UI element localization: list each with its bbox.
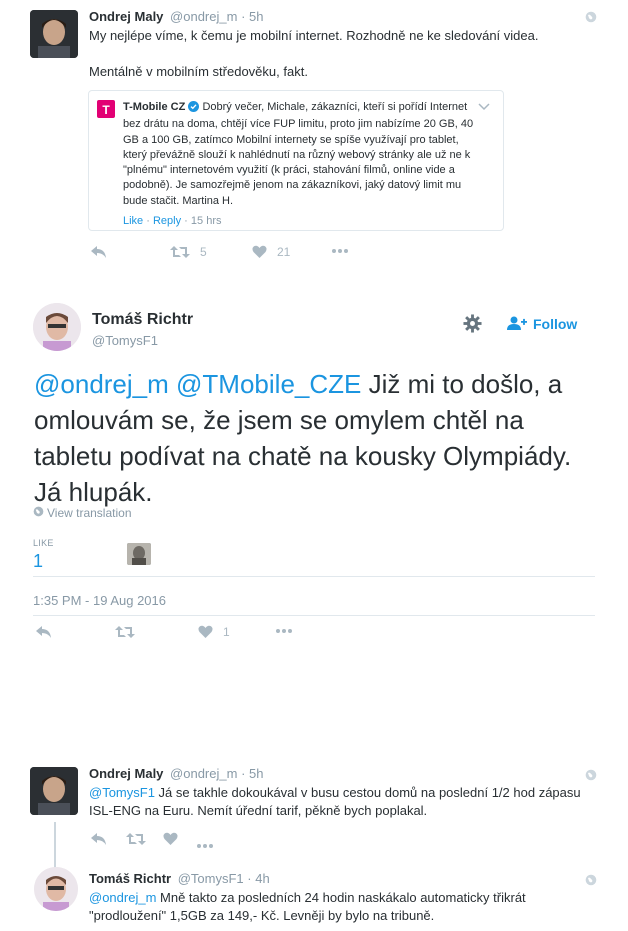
- mention-link[interactable]: @ondrej_m: [89, 890, 156, 905]
- tmobile-logo: T: [97, 100, 115, 118]
- globe-icon: [585, 11, 597, 23]
- thread-connector: [54, 822, 56, 870]
- author-handle[interactable]: @ondrej_m: [170, 766, 237, 781]
- quoted-time[interactable]: 15 hrs: [191, 215, 222, 227]
- verified-icon: [188, 101, 200, 117]
- quoted-tweet[interactable]: T T-Mobile CZ Dobrý večer, Michale, záka…: [88, 90, 504, 231]
- follow-person-icon: [507, 316, 527, 333]
- retweet-icon[interactable]: [115, 625, 135, 639]
- heart-icon: [198, 625, 213, 639]
- view-translation-link[interactable]: View translation: [33, 506, 132, 520]
- tweet-text: @ondrej_m @TMobile_CZE Již mi to došlo, …: [34, 369, 572, 507]
- author-name[interactable]: Tomáš Richtr: [92, 311, 193, 329]
- more-icon[interactable]: [196, 836, 214, 854]
- tweet-actions: [90, 832, 290, 848]
- like-button[interactable]: 1: [198, 625, 230, 639]
- quoted-like-link[interactable]: Like: [123, 215, 143, 227]
- gear-icon[interactable]: [463, 314, 482, 338]
- mention-link[interactable]: @ondrej_m: [34, 369, 169, 399]
- reply-icon[interactable]: [35, 625, 52, 639]
- retweet-button[interactable]: 5: [170, 245, 207, 259]
- avatar[interactable]: [34, 867, 78, 911]
- tweet-time[interactable]: · 5h: [241, 766, 263, 781]
- avatar[interactable]: [33, 303, 81, 351]
- avatar[interactable]: [30, 767, 78, 815]
- quoted-text: T-Mobile CZ Dobrý večer, Michale, zákazn…: [123, 101, 474, 207]
- tweet-text: @TomysF1 Já se takhle dokoukával v busu …: [89, 785, 581, 818]
- like-stat-count[interactable]: 1: [33, 551, 43, 572]
- svg-text:T: T: [102, 103, 110, 117]
- tweet-time[interactable]: · 5h: [241, 9, 263, 24]
- retweet-icon: [170, 245, 190, 259]
- like-stat-label: LIKE: [33, 538, 54, 548]
- quoted-author[interactable]: T-Mobile CZ: [123, 101, 185, 113]
- liker-avatar[interactable]: [127, 543, 151, 565]
- follow-label: Follow: [533, 316, 578, 332]
- chevron-down-icon[interactable]: [478, 99, 490, 117]
- more-icon[interactable]: [275, 628, 293, 634]
- tweet-time[interactable]: · 4h: [247, 871, 269, 886]
- tweet-actions: 5 21: [90, 245, 390, 261]
- timestamp[interactable]: 1:35 PM - 19 Aug 2016: [33, 593, 166, 608]
- mention-link[interactable]: @TomysF1: [89, 785, 155, 800]
- tweet-actions: 1: [35, 625, 335, 641]
- reply-icon[interactable]: [90, 832, 107, 851]
- avatar[interactable]: [30, 10, 78, 58]
- author-handle[interactable]: @ondrej_m: [170, 9, 237, 24]
- like-button[interactable]: 21: [252, 245, 290, 259]
- globe-icon: [33, 506, 44, 520]
- author-name[interactable]: Ondrej Maly: [89, 766, 163, 781]
- author-handle[interactable]: @TomysF1: [92, 333, 158, 348]
- more-icon[interactable]: [331, 248, 349, 254]
- mention-link[interactable]: @TMobile_CZE: [176, 369, 361, 399]
- like-count: 1: [223, 625, 230, 639]
- quoted-reply-link[interactable]: Reply: [153, 215, 181, 227]
- divider: [33, 615, 595, 616]
- tweet-text: @ondrej_m Mně takto za posledních 24 hod…: [89, 890, 526, 923]
- tweet-text: My nejlépe víme, k čemu je mobilní inter…: [89, 28, 539, 79]
- follow-button[interactable]: Follow: [507, 314, 577, 334]
- author-handle[interactable]: @TomysF1: [178, 871, 244, 886]
- heart-icon: [252, 245, 267, 259]
- author-name[interactable]: Tomáš Richtr: [89, 871, 171, 886]
- like-count: 21: [277, 245, 291, 259]
- author-name[interactable]: Ondrej Maly: [89, 9, 163, 24]
- retweet-icon[interactable]: [126, 832, 146, 851]
- heart-icon[interactable]: [163, 832, 178, 851]
- divider: [33, 576, 595, 577]
- reply-icon[interactable]: [90, 245, 107, 259]
- retweet-count: 5: [200, 245, 207, 259]
